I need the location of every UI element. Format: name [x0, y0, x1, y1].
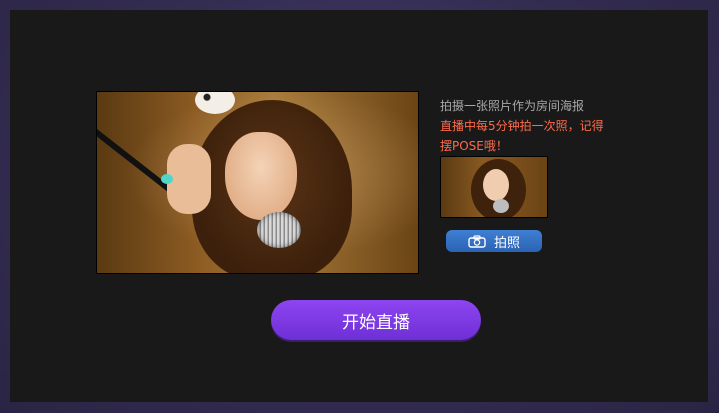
hint-line-3: 摆POSE哦！: [440, 139, 508, 153]
microphone: [257, 212, 301, 248]
thumb-mic: [493, 199, 509, 213]
poster-hint: 拍摄一张照片作为房间海报 直播中每5分钟拍一次照，记得 摆POSE哦！: [440, 96, 610, 156]
hint-line-2: 直播中每5分钟拍一次照，记得: [440, 119, 604, 133]
thumb-face: [483, 169, 509, 201]
camera-preview: [96, 91, 419, 274]
preview-hand: [167, 144, 211, 214]
camera-icon: [468, 234, 486, 248]
preview-face: [225, 132, 297, 220]
preview-ring: [161, 174, 173, 184]
poster-thumbnail: [440, 156, 548, 218]
start-live-button[interactable]: 开始直播: [271, 300, 481, 340]
take-photo-label: 拍照: [493, 235, 520, 251]
take-photo-button[interactable]: 拍照: [446, 230, 542, 252]
window-frame: 拍摄一张照片作为房间海报 直播中每5分钟拍一次照，记得 摆POSE哦！ 拍照 开…: [0, 0, 719, 413]
hint-line-1: 拍摄一张照片作为房间海报: [440, 99, 585, 113]
